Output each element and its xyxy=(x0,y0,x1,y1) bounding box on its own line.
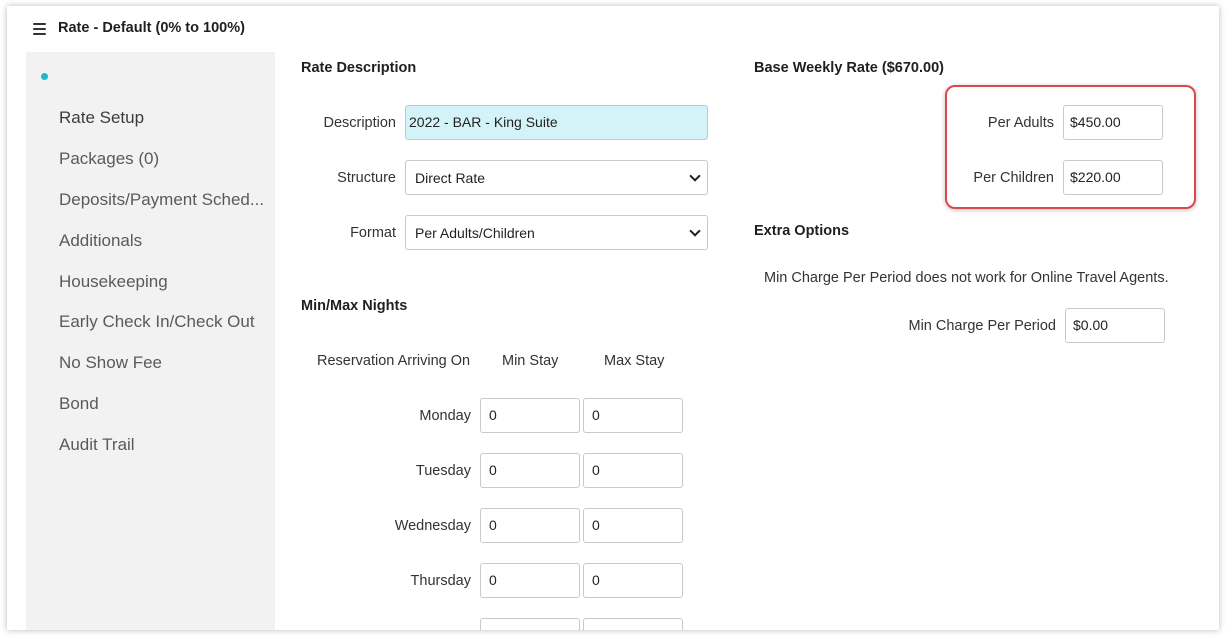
max-stay-input[interactable] xyxy=(583,618,683,630)
ota-note: Min Charge Per Period does not work for … xyxy=(764,270,1169,286)
min-charge-label: Min Charge Per Period xyxy=(908,318,1057,334)
max-stay-input[interactable]: 0 xyxy=(583,563,683,598)
structure-select-value: Direct Rate xyxy=(415,169,486,186)
min-charge-input[interactable]: $0.00 xyxy=(1065,308,1165,343)
sidebar-item-housekeeping[interactable]: Housekeeping xyxy=(59,272,168,292)
min-max-title: Min/Max Nights xyxy=(301,298,408,314)
structure-select[interactable]: Direct Rate xyxy=(405,160,708,195)
description-input[interactable]: 2022 - BAR - King Suite xyxy=(405,105,708,140)
sidebar: Rate Setup Packages (0) Deposits/Payment… xyxy=(26,52,275,630)
max-stay-input[interactable]: 0 xyxy=(583,453,683,488)
sidebar-item-rate-setup[interactable]: Rate Setup xyxy=(59,108,144,128)
sidebar-item-no-show-fee[interactable]: No Show Fee xyxy=(59,353,162,373)
sidebar-item-deposits[interactable]: Deposits/Payment Sched... xyxy=(59,190,264,210)
per-children-label: Per Children xyxy=(973,170,1054,186)
sidebar-item-additionals[interactable]: Additionals xyxy=(59,231,142,251)
min-stay-input[interactable]: 0 xyxy=(480,508,580,543)
base-weekly-rate-title: Base Weekly Rate ($670.00) xyxy=(754,60,944,76)
format-select-value: Per Adults/Children xyxy=(415,224,535,241)
structure-label: Structure xyxy=(337,170,396,186)
rate-description-title: Rate Description xyxy=(301,60,417,76)
col-max-stay: Max Stay xyxy=(604,353,665,369)
format-label: Format xyxy=(350,225,396,241)
extra-options-title: Extra Options xyxy=(754,223,850,239)
max-stay-input[interactable]: 0 xyxy=(583,508,683,543)
day-label: Thursday xyxy=(410,573,471,589)
col-reservation-arriving: Reservation Arriving On xyxy=(317,353,471,369)
rate-window: Rate - Default (0% to 100%) Rate Setup P… xyxy=(7,6,1219,630)
min-stay-input[interactable]: 0 xyxy=(480,398,580,433)
sidebar-item-bond[interactable]: Bond xyxy=(59,394,99,414)
day-label: Tuesday xyxy=(415,463,471,479)
per-children-input[interactable]: $220.00 xyxy=(1063,160,1163,195)
format-select[interactable]: Per Adults/Children xyxy=(405,215,708,250)
chevron-down-icon xyxy=(689,169,701,182)
col-min-stay: Min Stay xyxy=(502,353,559,369)
min-stay-input[interactable]: 0 xyxy=(480,563,580,598)
page-title: Rate - Default (0% to 100%) xyxy=(58,20,245,36)
description-label: Description xyxy=(323,115,396,131)
active-indicator-icon xyxy=(41,73,48,80)
sidebar-item-early-check-in[interactable]: Early Check In/Check Out xyxy=(59,312,255,332)
max-stay-input[interactable]: 0 xyxy=(583,398,683,433)
sidebar-item-packages[interactable]: Packages (0) xyxy=(59,149,159,169)
day-label: Monday xyxy=(419,408,471,424)
min-stay-input[interactable]: 0 xyxy=(480,453,580,488)
day-label: Wednesday xyxy=(394,518,471,534)
sidebar-item-audit-trail[interactable]: Audit Trail xyxy=(59,435,135,455)
per-adults-label: Per Adults xyxy=(987,115,1054,131)
hamburger-icon[interactable] xyxy=(33,23,46,35)
title-bar: Rate - Default (0% to 100%) xyxy=(7,6,1219,50)
min-stay-input[interactable] xyxy=(480,618,580,630)
per-adults-input[interactable]: $450.00 xyxy=(1063,105,1163,140)
chevron-down-icon xyxy=(689,224,701,237)
